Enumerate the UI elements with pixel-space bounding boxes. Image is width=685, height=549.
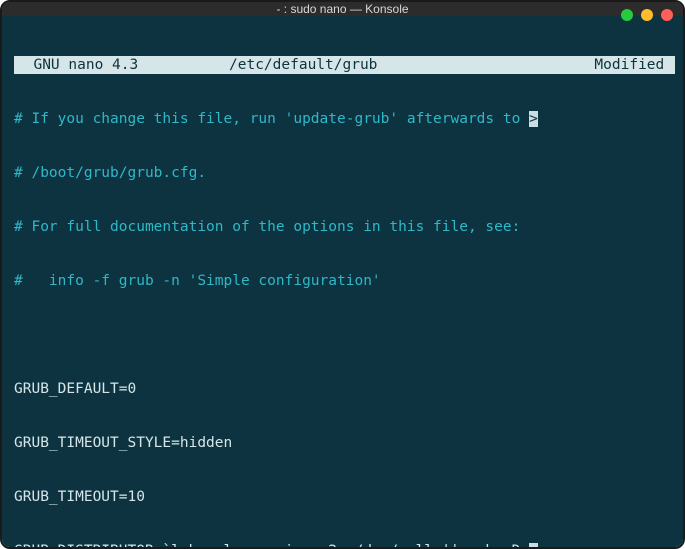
terminal-window: - : sudo nano — Konsole GNU nano 4.3 /et… xyxy=(2,2,683,547)
config-line: GRUB_DISTRIBUTOR=`lsb_release -i -s 2> /… xyxy=(14,543,529,547)
title-bar: - : sudo nano — Konsole xyxy=(2,2,683,16)
config-line: GRUB_DEFAULT=0 xyxy=(14,380,675,398)
status: Modified xyxy=(529,56,675,74)
overflow-marker: > xyxy=(529,111,538,127)
overflow-marker: > xyxy=(529,543,538,547)
editor-area[interactable]: GNU nano 4.3 /etc/default/grub Modified … xyxy=(2,16,683,547)
comment-line: # If you change this file, run 'update-g… xyxy=(14,111,529,127)
window-title: - : sudo nano — Konsole xyxy=(276,2,408,16)
close-icon[interactable] xyxy=(661,9,673,21)
comment-line: # /boot/grub/grub.cfg. xyxy=(14,164,675,182)
maximize-icon[interactable] xyxy=(641,9,653,21)
minimize-icon[interactable] xyxy=(621,9,633,21)
filename: /etc/default/grub xyxy=(229,56,529,74)
comment-line: # For full documentation of the options … xyxy=(14,218,675,236)
nano-header: GNU nano 4.3 /etc/default/grub Modified xyxy=(14,56,675,74)
window-controls xyxy=(621,9,673,21)
config-line: GRUB_TIMEOUT=10 xyxy=(14,488,675,506)
app-version: GNU nano 4.3 xyxy=(14,56,229,74)
comment-line: # info -f grub -n 'Simple configuration' xyxy=(14,272,675,290)
config-line: GRUB_TIMEOUT_STYLE=hidden xyxy=(14,434,675,452)
